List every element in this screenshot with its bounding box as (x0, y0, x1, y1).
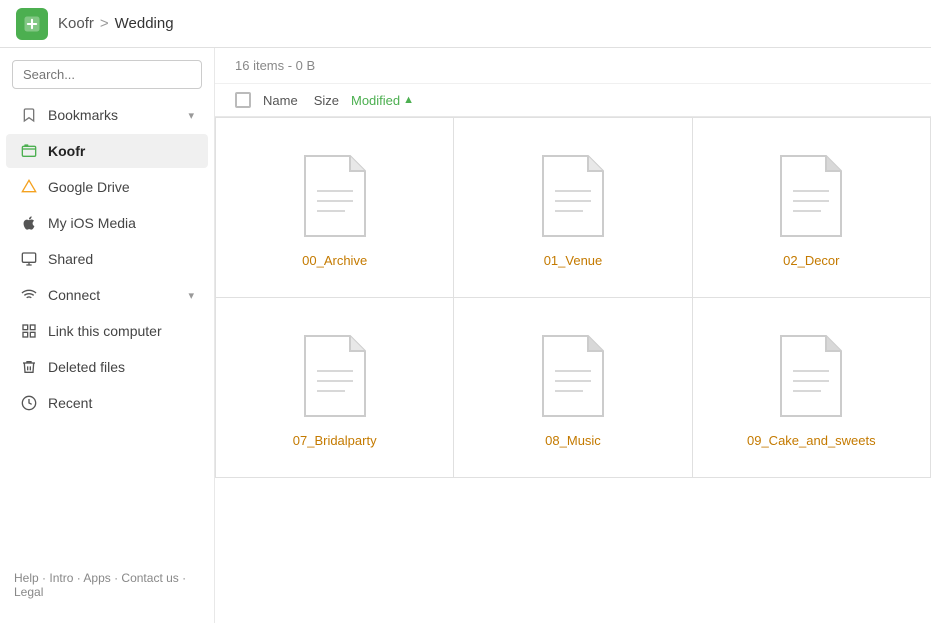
column-name[interactable]: Name (263, 93, 298, 108)
file-icon (533, 331, 613, 421)
select-all-checkbox[interactable] (235, 92, 251, 108)
top-bar: Koofr > Wedding (0, 0, 931, 48)
file-icon (533, 151, 613, 241)
file-grid: 00_Archive 01_Venue (215, 117, 931, 478)
file-icon (295, 151, 375, 241)
layout: Bookmarks ▾ Koofr Google Drive My iOS Me… (0, 48, 931, 623)
file-name: 01_Venue (544, 253, 603, 268)
breadcrumb-root[interactable]: Koofr (58, 15, 94, 32)
file-icon (771, 151, 851, 241)
drive-icon (20, 178, 38, 196)
sidebar-item-label: Koofr (48, 143, 194, 159)
sidebar: Bookmarks ▾ Koofr Google Drive My iOS Me… (0, 48, 215, 623)
search-input[interactable] (12, 60, 202, 89)
grid-icon (20, 322, 38, 340)
search-box (12, 60, 202, 89)
contact-link[interactable]: Contact us (121, 571, 178, 585)
share-icon (20, 250, 38, 268)
bookmark-icon (20, 106, 38, 124)
sidebar-item-label: Deleted files (48, 359, 194, 375)
file-icon (771, 331, 851, 421)
sidebar-item-shared[interactable]: Shared (6, 242, 208, 276)
sidebar-item-ios-media[interactable]: My iOS Media (6, 206, 208, 240)
clock-icon (20, 394, 38, 412)
sidebar-item-label: Bookmarks (48, 107, 178, 123)
sidebar-item-label: Link this computer (48, 323, 194, 339)
wifi-icon (20, 286, 38, 304)
file-item-00-archive[interactable]: 00_Archive (216, 118, 454, 298)
sidebar-item-label: Recent (48, 395, 194, 411)
main-content: 16 items - 0 B Name Size Modified ▲ (215, 48, 931, 623)
sidebar-item-deleted-files[interactable]: Deleted files (6, 350, 208, 384)
intro-link[interactable]: Intro (49, 571, 73, 585)
column-size[interactable]: Size (314, 93, 339, 108)
file-item-08-music[interactable]: 08_Music (454, 298, 692, 478)
file-name: 08_Music (545, 433, 601, 448)
sidebar-item-label: Connect (48, 287, 178, 303)
sidebar-item-label: My iOS Media (48, 215, 194, 231)
sidebar-item-label: Google Drive (48, 179, 194, 195)
chevron-down-icon: ▾ (188, 289, 194, 302)
sidebar-item-recent[interactable]: Recent (6, 386, 208, 420)
sidebar-item-connect[interactable]: Connect ▾ (6, 278, 208, 312)
help-link[interactable]: Help (14, 571, 39, 585)
sort-arrow-icon: ▲ (403, 94, 414, 106)
item-count: 16 items - 0 B (215, 48, 931, 84)
apple-icon (20, 214, 38, 232)
sidebar-item-koofr[interactable]: Koofr (6, 134, 208, 168)
file-name: 09_Cake_and_sweets (747, 433, 876, 448)
file-item-09-cake[interactable]: 09_Cake_and_sweets (693, 298, 931, 478)
file-item-07-bridalparty[interactable]: 07_Bridalparty (216, 298, 454, 478)
breadcrumb-separator: > (100, 15, 109, 32)
trash-icon (20, 358, 38, 376)
file-name: 02_Decor (783, 253, 839, 268)
column-headers: Name Size Modified ▲ (215, 84, 931, 117)
sidebar-item-google-drive[interactable]: Google Drive (6, 170, 208, 204)
sidebar-item-link-computer[interactable]: Link this computer (6, 314, 208, 348)
file-item-02-decor[interactable]: 02_Decor (693, 118, 931, 298)
file-icon (295, 331, 375, 421)
column-modified[interactable]: Modified ▲ (351, 93, 414, 108)
breadcrumb-current: Wedding (115, 15, 174, 32)
sidebar-item-label: Shared (48, 251, 194, 267)
breadcrumb: Koofr > Wedding (58, 15, 174, 32)
apps-link[interactable]: Apps (83, 571, 110, 585)
file-item-01-venue[interactable]: 01_Venue (454, 118, 692, 298)
app-icon (16, 8, 48, 40)
file-name: 07_Bridalparty (293, 433, 377, 448)
legal-link[interactable]: Legal (14, 585, 43, 599)
koofr-icon (20, 142, 38, 160)
file-name: 00_Archive (302, 253, 367, 268)
chevron-down-icon: ▾ (188, 109, 194, 122)
sidebar-item-bookmarks[interactable]: Bookmarks ▾ (6, 98, 208, 132)
sidebar-footer: Help · Intro · Apps · Contact us · Legal (0, 559, 214, 611)
